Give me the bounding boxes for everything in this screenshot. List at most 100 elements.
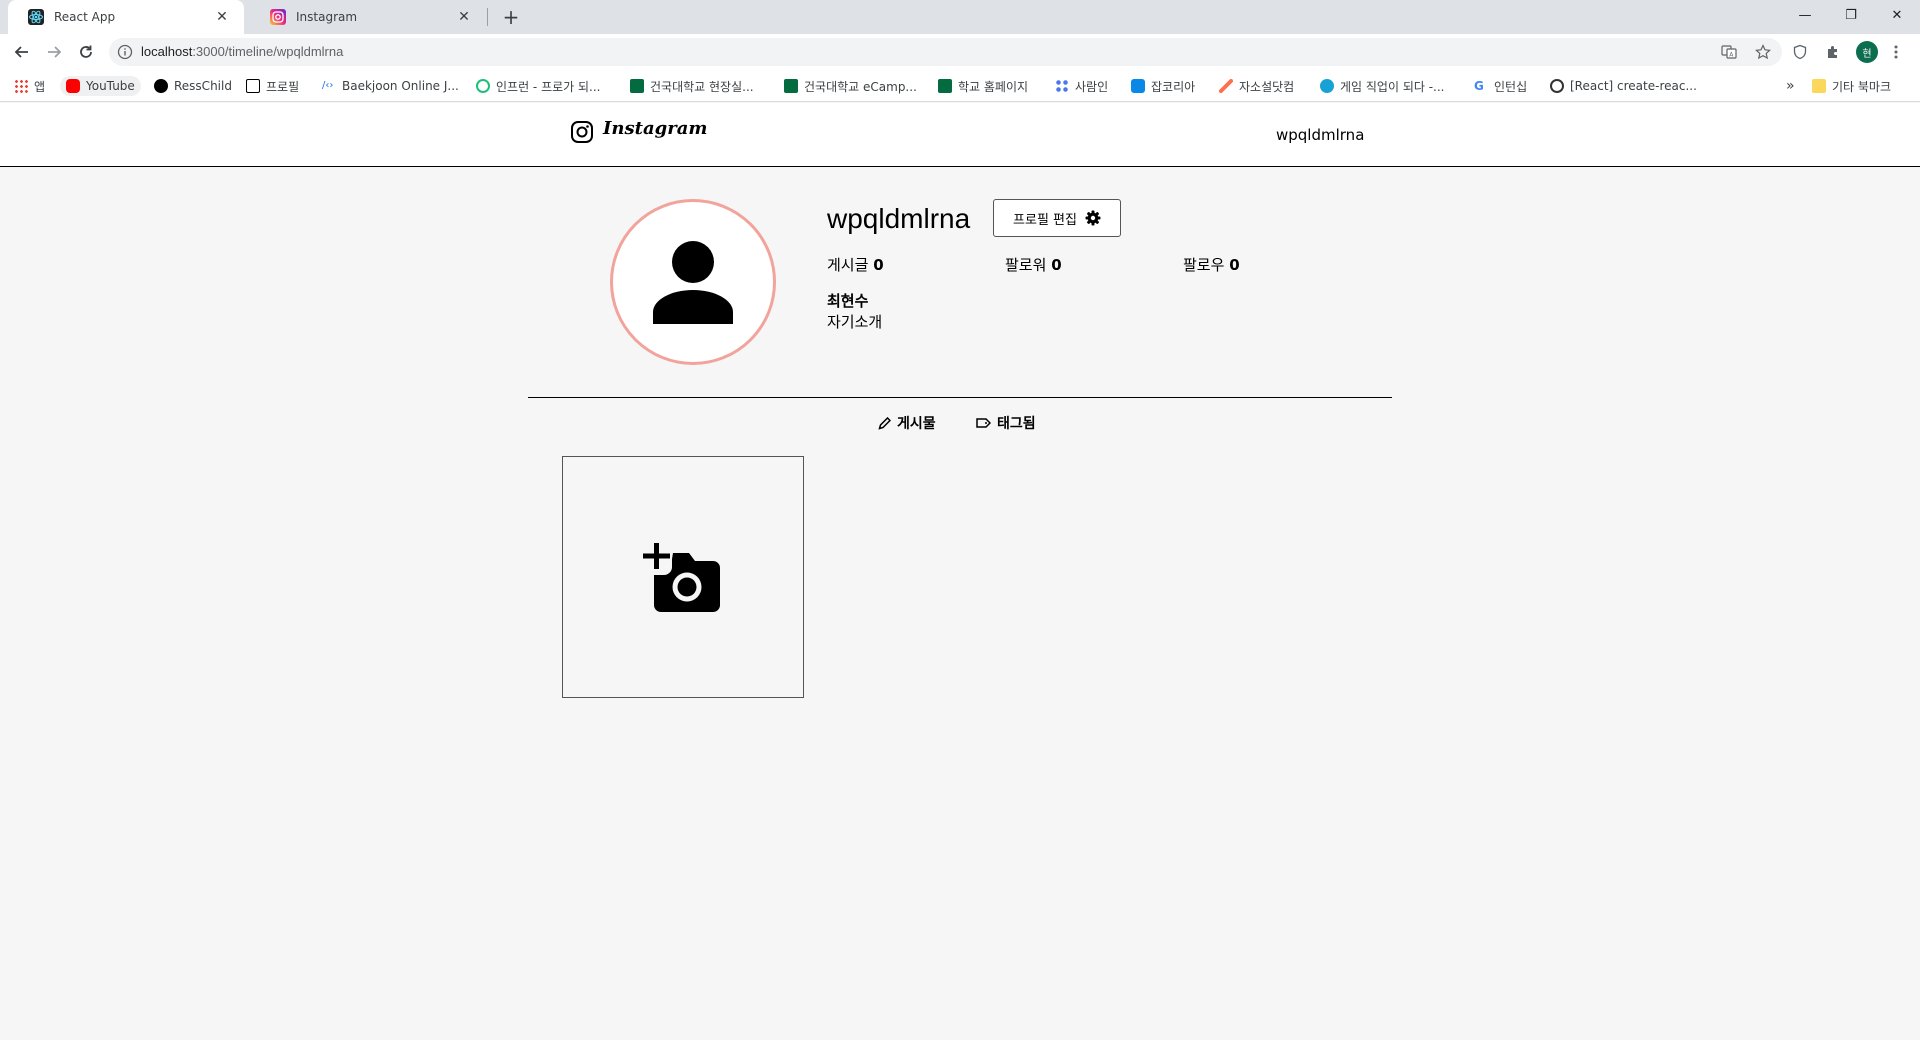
bookmark-internship[interactable]: G 인턴십	[1474, 76, 1527, 96]
game-icon	[1320, 79, 1334, 93]
browser-toolbar: localhost:3000/timeline/wpqldmlrna A 현	[0, 34, 1920, 70]
bookmark-label: Baekjoon Online J...	[342, 79, 459, 93]
tab-posts[interactable]: 게시물	[878, 413, 936, 433]
notion-icon	[246, 79, 260, 93]
browser-tab-bar: React App ✕ Instagram ✕ + — ❐ ✕	[0, 0, 1920, 34]
header-username[interactable]: wpqldmlrna	[1276, 126, 1364, 144]
forward-button[interactable]	[40, 38, 68, 66]
close-icon[interactable]: ✕	[212, 7, 232, 27]
site-header: Instagram wpqldmlrna	[0, 103, 1920, 167]
bookmark-baekjoon[interactable]: /‹› Baekjoon Online J...	[322, 76, 459, 96]
content-divider	[528, 397, 1392, 398]
tab-instagram[interactable]: Instagram ✕	[250, 0, 486, 34]
pen-icon	[1219, 79, 1233, 93]
react-icon	[28, 9, 44, 25]
pencil-icon	[878, 416, 891, 430]
react-icon	[1550, 79, 1564, 93]
bookmark-profile[interactable]: 프로필	[246, 76, 299, 96]
stat-label: 팔로워	[1005, 256, 1047, 274]
puzzle-icon[interactable]	[1823, 42, 1843, 62]
tab-title: React App	[54, 10, 116, 24]
tab-separator	[487, 8, 488, 26]
address-bar[interactable]: localhost:3000/timeline/wpqldmlrna A	[109, 38, 1782, 66]
window-close-button[interactable]: ✕	[1874, 0, 1920, 30]
bookmark-label: 기타 북마크	[1832, 79, 1892, 94]
stat-value: 0	[873, 256, 884, 274]
bookmark-inflearn[interactable]: 인프런 - 프로가 되...	[476, 76, 601, 96]
profile-bio: 자기소개	[827, 313, 883, 331]
reload-button[interactable]	[72, 38, 100, 66]
ku-icon	[784, 79, 798, 93]
code-icon: /‹›	[322, 80, 334, 91]
back-button[interactable]	[8, 38, 36, 66]
more-vert-icon[interactable]	[1886, 42, 1906, 62]
bookmark-ku-field[interactable]: 건국대학교 현장실...	[630, 76, 754, 96]
star-icon[interactable]	[1755, 44, 1771, 60]
arrow-right-icon	[48, 46, 62, 58]
translate-icon[interactable]: A	[1721, 44, 1737, 60]
bookmark-resschild[interactable]: RessChild	[154, 76, 232, 96]
tag-icon	[976, 418, 991, 428]
google-icon: G	[1474, 79, 1484, 93]
instagram-logo-icon[interactable]	[570, 120, 594, 144]
tab-tagged[interactable]: 태그됨	[976, 413, 1036, 433]
url-host: localhost	[141, 44, 193, 59]
bookmark-game-job[interactable]: 게임 직업이 되다 -...	[1320, 76, 1445, 96]
url-text: localhost:3000/timeline/wpqldmlrna	[141, 44, 343, 59]
edit-profile-label: 프로필 편집	[1013, 212, 1077, 228]
restore-button[interactable]: ❐	[1828, 0, 1874, 30]
bookmarks-bar: 앱 YouTube RessChild 프로필 /‹› Baekjoon Onl…	[0, 70, 1920, 102]
profile-avatar[interactable]: 현	[1856, 41, 1878, 63]
tab-react-app[interactable]: React App ✕	[8, 0, 244, 34]
add-photo-tile[interactable]	[562, 456, 804, 698]
bookmark-ku-ecampus[interactable]: 건국대학교 eCamp...	[784, 76, 917, 96]
bookmark-label: 건국대학교 eCamp...	[804, 79, 917, 94]
bookmark-label: 학교 홈페이지	[958, 79, 1029, 94]
bookmark-school-home[interactable]: 학교 홈페이지	[938, 76, 1028, 96]
bookmarks-overflow-button[interactable]: »	[1786, 76, 1795, 96]
github-icon	[154, 79, 168, 93]
bookmark-react-create[interactable]: [React] create-reac...	[1550, 76, 1697, 96]
stat-followers[interactable]: 팔로워 0	[1005, 254, 1062, 275]
bookmark-saramin[interactable]: 사람인	[1055, 76, 1108, 96]
bookmark-label: [React] create-reac...	[1570, 79, 1697, 93]
tab-title: Instagram	[296, 10, 358, 24]
url-path: :3000/timeline/wpqldmlrna	[192, 44, 344, 59]
stat-posts[interactable]: 게시글 0	[827, 254, 884, 275]
jobkorea-icon	[1131, 79, 1145, 93]
minimize-button[interactable]: —	[1782, 0, 1828, 30]
bookmark-jasoseol[interactable]: 자소설닷컴	[1219, 76, 1294, 96]
ku-icon	[938, 79, 952, 93]
bookmark-apps[interactable]: 앱	[14, 76, 45, 96]
close-icon[interactable]: ✕	[454, 7, 474, 27]
folder-icon	[1812, 79, 1826, 93]
tab-label: 게시물	[897, 416, 936, 432]
bookmark-label: 프로필	[266, 79, 300, 94]
saramin-icon	[1055, 79, 1069, 93]
bookmark-label: 사람인	[1075, 79, 1109, 94]
user-icon	[653, 241, 733, 324]
bookmark-label: 앱	[34, 79, 46, 94]
bookmark-label: 건국대학교 현장실...	[650, 79, 754, 94]
gear-icon	[1085, 210, 1101, 226]
bookmark-label: 잡코리아	[1151, 79, 1196, 94]
ku-icon	[630, 79, 644, 93]
new-tab-button[interactable]: +	[498, 4, 524, 30]
bookmark-label: YouTube	[86, 79, 135, 93]
bookmark-label: 자소설닷컴	[1239, 79, 1295, 94]
stat-value: 0	[1229, 256, 1240, 274]
bookmark-youtube[interactable]: YouTube	[60, 76, 141, 96]
reload-icon	[80, 45, 92, 58]
profile-avatar-image[interactable]	[610, 199, 776, 365]
stat-following[interactable]: 팔로우 0	[1183, 254, 1240, 275]
logo-text[interactable]: Instagram	[603, 118, 707, 139]
edit-profile-button[interactable]: 프로필 편집	[993, 199, 1121, 237]
bookmark-jobkorea[interactable]: 잡코리아	[1131, 76, 1195, 96]
profile-username: wpqldmlrna	[827, 203, 971, 234]
stat-value: 0	[1051, 256, 1062, 274]
info-icon[interactable]	[117, 44, 133, 60]
bookmark-label: 게임 직업이 되다 -...	[1340, 79, 1445, 94]
arrow-left-icon	[14, 46, 28, 58]
bookmark-other[interactable]: 기타 북마크	[1812, 76, 1891, 96]
shield-extension-icon[interactable]	[1790, 42, 1810, 62]
